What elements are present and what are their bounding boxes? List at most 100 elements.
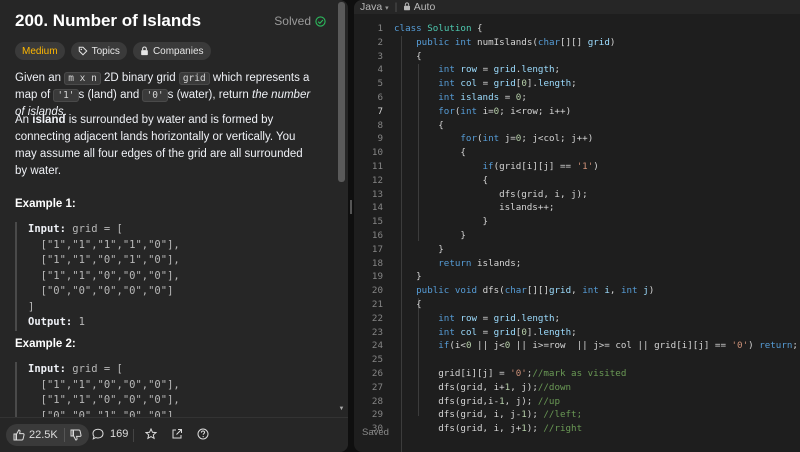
line-number: 28 [371, 395, 383, 407]
star-icon[interactable] [145, 428, 157, 440]
code-line[interactable]: 15 } [354, 215, 800, 229]
code-token: [][] [526, 285, 549, 297]
lock-icon [404, 2, 411, 11]
code-line[interactable]: 17 } [354, 243, 800, 257]
dislike-button[interactable] [65, 429, 89, 441]
language-select[interactable]: Java ▾ [360, 1, 389, 13]
thumbs-down-icon [70, 429, 82, 441]
code-text: if(grid[i][j] == '1') [394, 160, 599, 174]
code-line[interactable]: 1 class Solution { [354, 22, 800, 36]
code-line[interactable]: 20 public void dfs(char[][]grid, int i, … [354, 284, 800, 298]
code-text: int col = grid[0].length; [394, 326, 576, 340]
comments-button[interactable]: 169 [92, 428, 128, 440]
code-token: //mark as visited [532, 367, 627, 379]
code-token: [][] [560, 36, 588, 48]
inline-code: grid [178, 72, 210, 85]
problem-title: 200. Number of Islands [15, 11, 202, 30]
code-editor-panel: Java ▾ | Auto 1 class Solution {2 public … [354, 0, 800, 452]
code-text: } [394, 229, 466, 243]
panel-resize-handle[interactable] [350, 200, 352, 214]
code-token: numIslands( [477, 36, 538, 48]
code-token: class [394, 23, 422, 34]
code-token: = [477, 78, 494, 90]
code-line[interactable]: 16 } [354, 229, 800, 243]
description-scrollbar[interactable]: ▼ [338, 2, 345, 414]
code-line[interactable]: 26 grid[i][j] = '0';//mark as visited [354, 367, 800, 381]
code-line[interactable]: 7 for(int i=0; i<row; i++) [354, 105, 800, 119]
example-2-box: Input: grid = [ ["1","1","0","0","0"], [… [15, 362, 336, 418]
mode-select[interactable]: Auto [403, 1, 435, 13]
description-content[interactable]: 200. Number of Islands Solved Medium Top… [0, 0, 336, 418]
example-2-title: Example 2: [15, 338, 76, 350]
code-line[interactable]: 19 } [354, 270, 800, 284]
like-count: 22.5K [29, 429, 58, 441]
code-line[interactable]: 4 int row = grid.length; [354, 63, 800, 77]
scrollbar-thumb[interactable] [338, 2, 345, 182]
grid-row: ["0","0","0","0","0"] [28, 285, 174, 297]
code-token: ) [748, 340, 760, 352]
example-1-box: Input: grid = [ ["1","1","1","1","0"], [… [15, 222, 336, 331]
grid-row: ["1","1","0","0","0"], [28, 269, 180, 282]
code-line[interactable]: 3 { [354, 50, 800, 64]
code-text: { [394, 298, 422, 312]
code-line[interactable]: 2 public int numIslands(char[][] grid) [354, 36, 800, 50]
code-line[interactable]: 22 int row = grid.length; [354, 312, 800, 326]
code-line[interactable]: 10 { [354, 146, 800, 160]
code-token: } [394, 216, 489, 228]
code-token: (i< [449, 340, 466, 352]
code-token: grid[i][j] = [394, 367, 511, 379]
line-number: 15 [371, 216, 383, 228]
topics-tag[interactable]: Topics [70, 42, 127, 60]
code-line[interactable]: 14 islands++; [354, 201, 800, 215]
line-number: 24 [371, 340, 383, 352]
code-token: j= [499, 133, 516, 145]
companies-tag[interactable]: Companies [132, 42, 211, 60]
code-token: , [609, 285, 621, 297]
like-dislike-group: 22.5K [6, 424, 89, 446]
code-token: ; [554, 64, 561, 76]
desc-text: 2D binary grid [100, 72, 179, 84]
share-icon[interactable] [171, 428, 183, 440]
code-line[interactable]: 27 dfs(grid, i+1, j);//down [354, 381, 800, 395]
code-line[interactable]: 5 int col = grid[0].length; [354, 77, 800, 91]
code-token: length [537, 326, 572, 338]
code-line[interactable]: 29 dfs(grid, i, j-1); //left; [354, 408, 800, 422]
code-text: } [394, 215, 489, 229]
code-line[interactable]: 30 dfs(grid, i, j+1); //right [354, 422, 800, 436]
code-line[interactable]: 9 for(int j=0; j<col; j++) [354, 132, 800, 146]
code-line[interactable]: 25 [354, 353, 800, 367]
code-line[interactable]: 18 return islands; [354, 257, 800, 271]
code-line[interactable]: 12 { [354, 174, 800, 188]
code-token: grid [493, 78, 516, 90]
inline-code: '0' [142, 89, 168, 102]
input-label: Input: [28, 223, 66, 235]
line-number: 12 [371, 174, 383, 186]
code-text: } [394, 243, 444, 257]
code-line[interactable]: 6 int islands = 0; [354, 91, 800, 105]
code-token: return [759, 340, 793, 352]
code-line[interactable]: 13 dfs(grid, i, j); [354, 188, 800, 202]
thumbs-up-icon [13, 429, 25, 441]
solved-status: Solved [274, 14, 326, 28]
code-line[interactable]: 21 { [354, 298, 800, 312]
code-token: if [482, 160, 494, 172]
input-value: grid = [ [65, 223, 123, 235]
line-number: 13 [371, 188, 383, 200]
code-line[interactable]: 11 if(grid[i][j] == '1') [354, 160, 800, 174]
like-button[interactable]: 22.5K [6, 429, 64, 441]
code-line[interactable]: 24 if(i<0 || j<0 || i>=row || j>= col ||… [354, 339, 800, 353]
difficulty-badge[interactable]: Medium [15, 42, 65, 60]
code-token: ); [526, 409, 544, 421]
code-text: int row = grid.length; [394, 312, 560, 326]
code-line[interactable]: 28 dfs(grid,i-1, j); //up [354, 395, 800, 409]
scroll-down-arrow-icon[interactable]: ▼ [338, 406, 345, 414]
code-token: //up [537, 395, 560, 407]
solved-label: Solved [274, 14, 311, 28]
code-token: char [537, 36, 561, 48]
code-line[interactable]: 8 { [354, 119, 800, 133]
code-area[interactable]: 1 class Solution {2 public int numIslands… [354, 22, 800, 436]
code-line[interactable]: 23 int col = grid[0].length; [354, 326, 800, 340]
help-icon[interactable] [197, 428, 209, 440]
